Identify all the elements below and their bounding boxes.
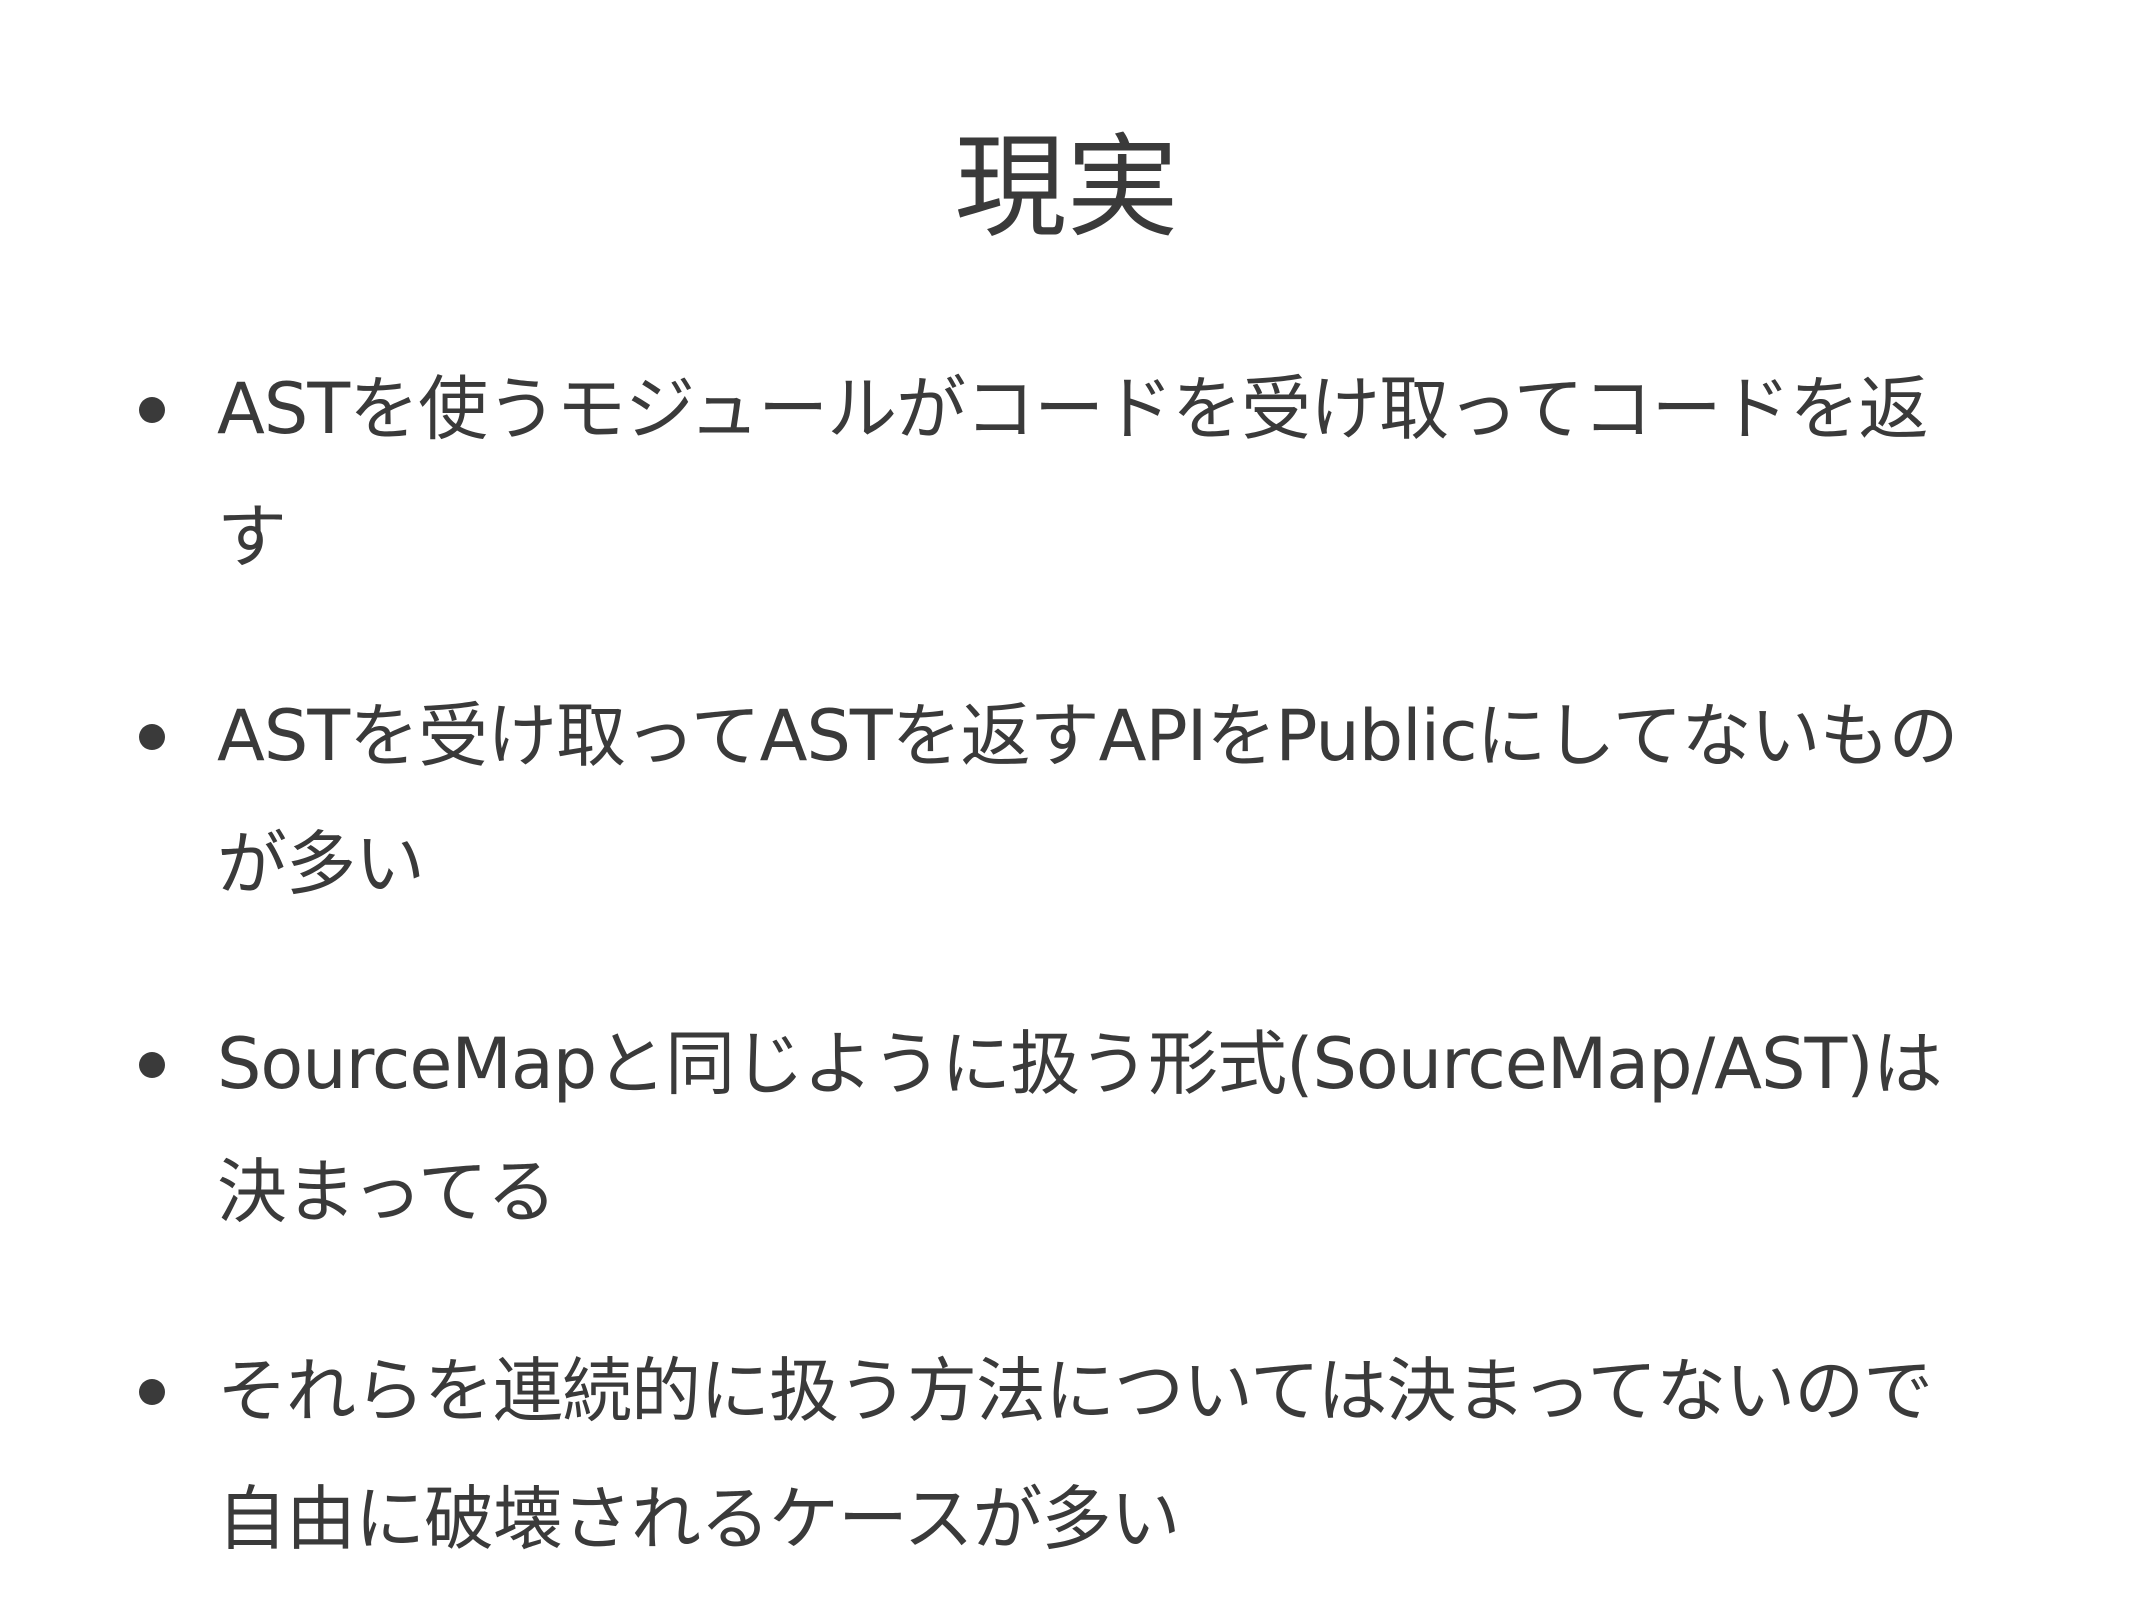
bullet-dot-icon [139, 397, 165, 423]
bullet-text: それらを連続的に扱う方法については決まってないので自由に破壊されるケースが多い [217, 1350, 1933, 1560]
bullet-item: ASTを受け取ってASTを返すAPIをPublicにしてないものが多い [139, 672, 1977, 928]
slide: 現実 ASTを使うモジュールがコードを受け取ってコードを返す ASTを受け取って… [0, 0, 2133, 1600]
bullet-dot-icon [139, 1379, 165, 1405]
bullet-text: SourceMapと同じように扱う形式(SourceMap/AST)は決まってる [217, 1023, 1943, 1233]
slide-title: 現実 [954, 123, 1179, 253]
bullet-dot-icon [139, 1052, 165, 1078]
bullet-text: ASTを使うモジュールがコードを受け取ってコードを返す [217, 368, 1929, 578]
bullet-text: ASTを受け取ってASTを返すAPIをPublicにしてないものが多い [217, 695, 1958, 905]
bullet-item: それらを連続的に扱う方法については決まってないので自由に破壊されるケースが多い [139, 1327, 1977, 1583]
bullet-item: ASTを使うモジュールがコードを受け取ってコードを返す [139, 345, 1977, 601]
bullet-dot-icon [139, 724, 165, 750]
bullet-item: SourceMapと同じように扱う形式(SourceMap/AST)は決まってる [139, 1000, 1977, 1256]
